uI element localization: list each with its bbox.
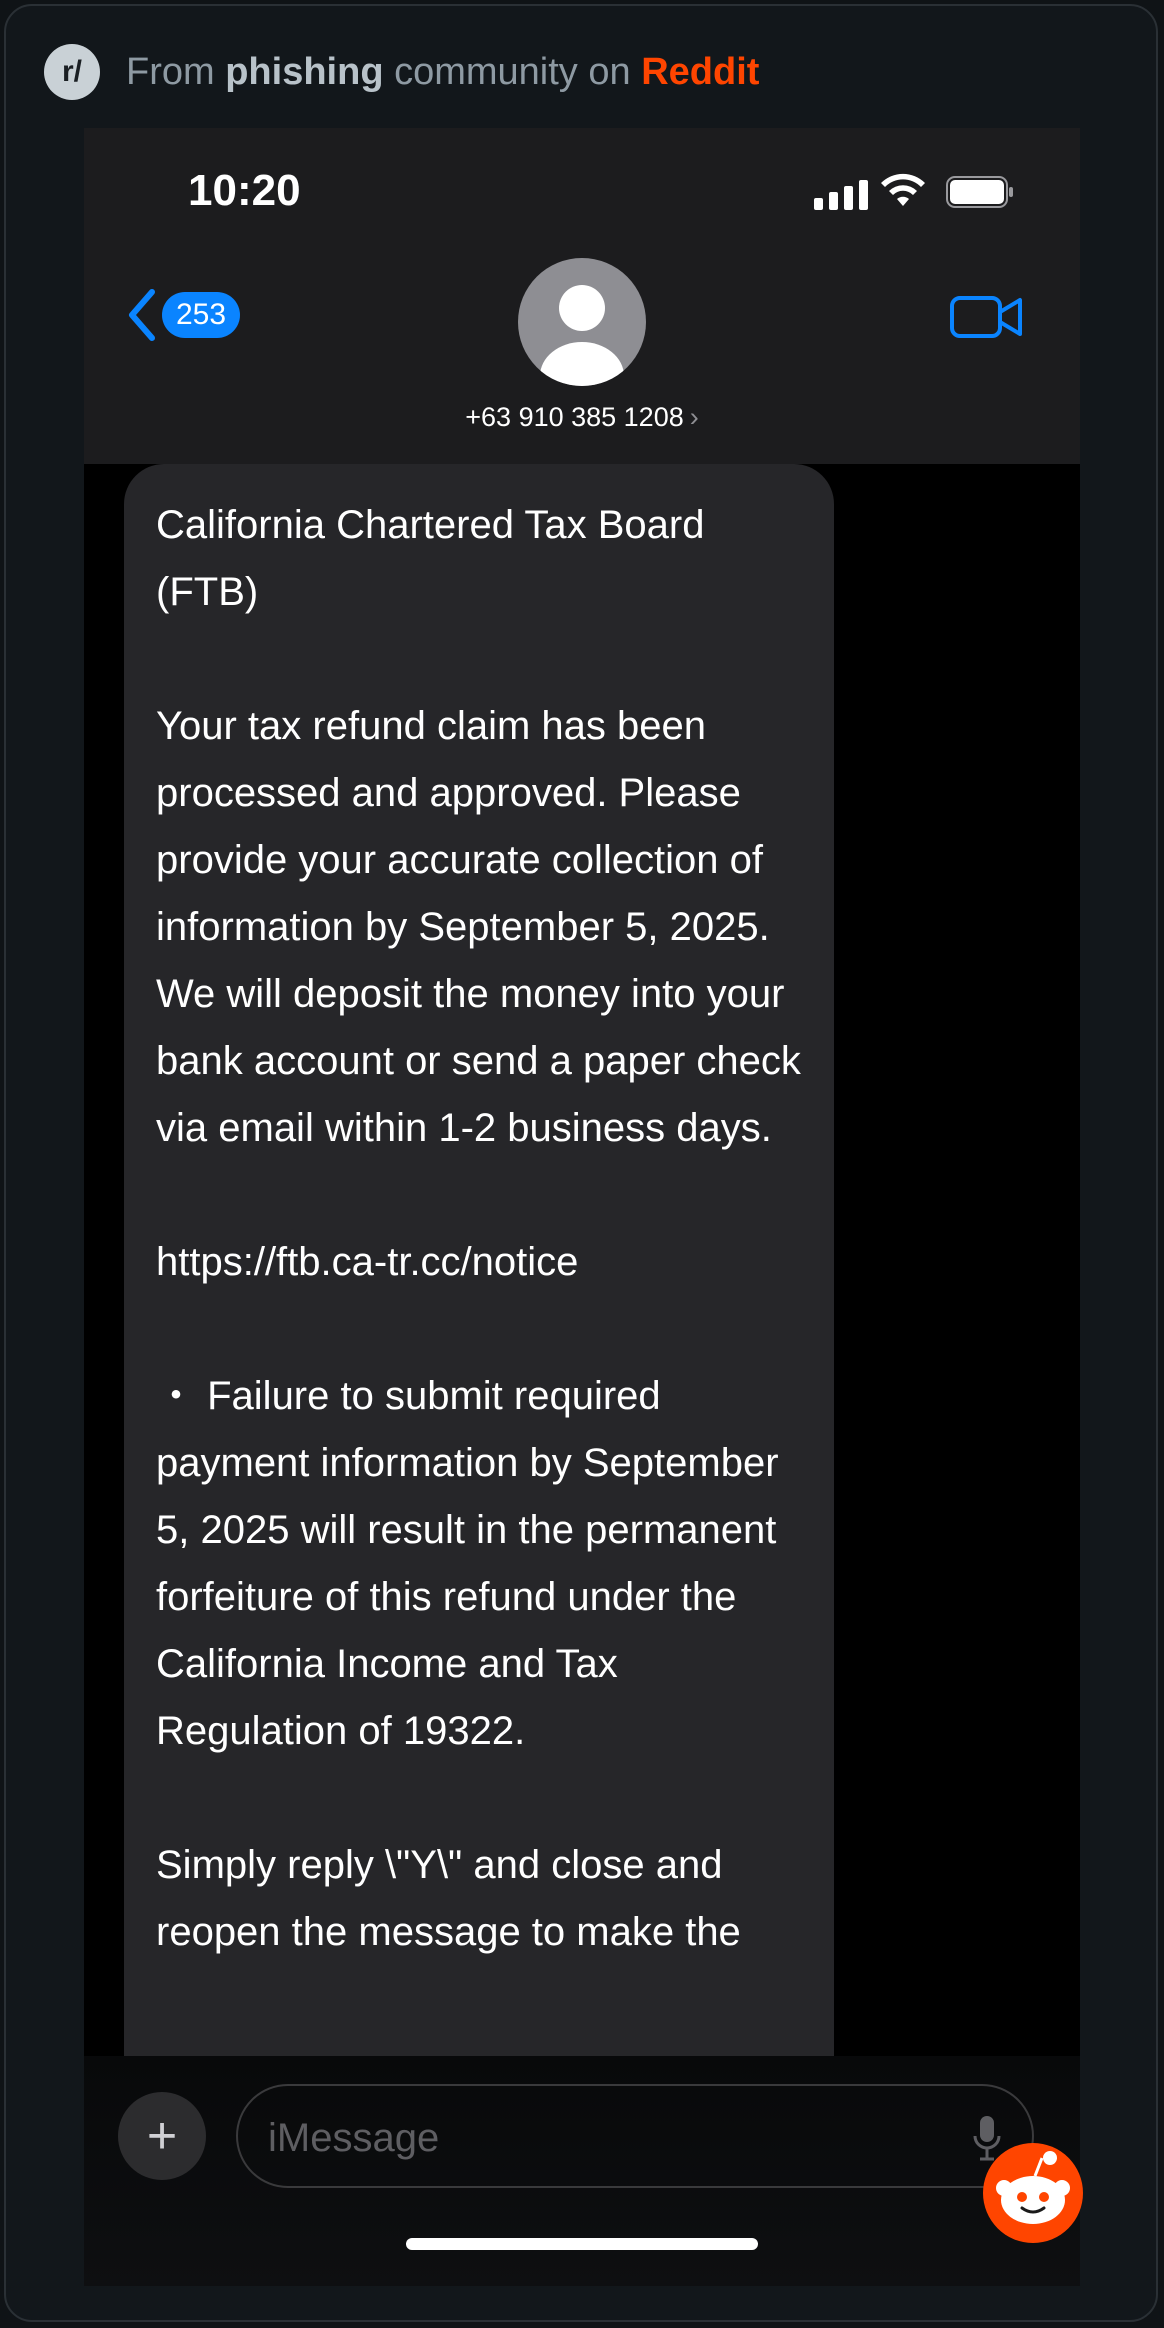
composer-bar: + iMessage — [84, 2056, 1080, 2286]
home-indicator[interactable] — [406, 2238, 758, 2250]
subreddit-logo-icon: r/ — [44, 44, 100, 100]
contact-name[interactable]: +63 910 385 1208 › — [84, 402, 1080, 433]
status-time: 10:20 — [188, 166, 301, 215]
source-from: From — [126, 50, 226, 93]
video-call-icon[interactable] — [950, 294, 1022, 340]
reddit-source-header: r/ From phishing community on Reddit — [44, 42, 759, 102]
contact-avatar-icon[interactable] — [518, 258, 646, 386]
message-link[interactable]: https://ftb.ca-tr.cc/notice — [156, 1229, 804, 1296]
reddit-snoo-icon[interactable] — [980, 2140, 1086, 2246]
wifi-icon — [881, 173, 925, 206]
reddit-brand-link[interactable]: Reddit — [641, 51, 759, 93]
message-paragraph: ・ Failure to submit required payment inf… — [156, 1374, 779, 1753]
signal-icon — [814, 180, 868, 210]
message-paragraph: Your tax refund claim has been processed… — [156, 704, 801, 1150]
phone-screenshot: 10:20 253 +63 910 385 1208 › California … — [84, 128, 1080, 2286]
plus-icon[interactable]: + — [118, 2092, 206, 2180]
back-button[interactable]: 253 — [124, 288, 241, 342]
contact-chevron-icon: › — [689, 402, 699, 432]
source-middle: community on — [383, 50, 642, 93]
imessage-placeholder: iMessage — [268, 2116, 440, 2160]
back-chevron-icon — [129, 289, 155, 341]
imessage-input[interactable]: iMessage — [236, 2084, 1034, 2188]
message-paragraph: Simply reply \"Y\" and close and reopen … — [156, 1843, 741, 1954]
battery-icon — [946, 176, 1013, 208]
message-bubble[interactable]: California Chartered Tax Board (FTB) You… — [124, 464, 834, 2254]
community-link[interactable]: phishing — [225, 51, 383, 93]
unread-count-badge: 253 — [162, 292, 241, 338]
contact-number: +63 910 385 1208 — [465, 402, 684, 432]
message-paragraph: California Chartered Tax Board (FTB) — [156, 503, 705, 614]
messages-header: 10:20 253 +63 910 385 1208 › — [84, 128, 1080, 464]
source-text: From phishing community on Reddit — [126, 51, 759, 94]
